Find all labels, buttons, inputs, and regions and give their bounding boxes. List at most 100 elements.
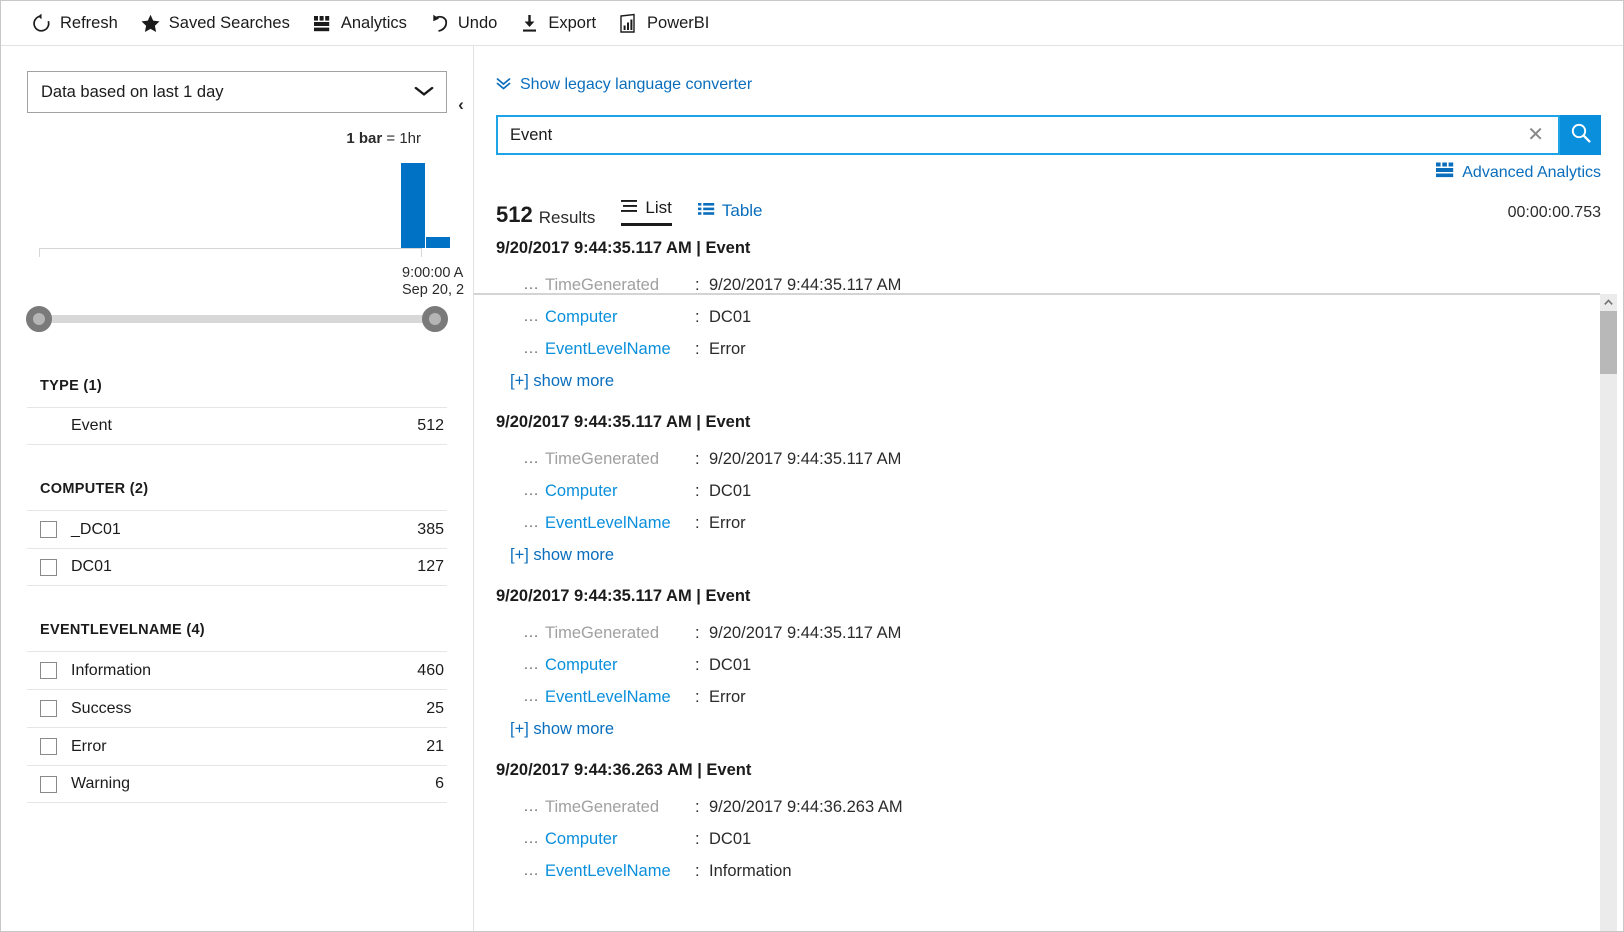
facet-checkbox[interactable] [40,558,57,576]
tab-table[interactable]: Table [697,202,763,226]
field-menu-icon[interactable]: … [523,482,545,500]
field-key[interactable]: EventLevelName [545,340,695,359]
histogram-x-axis-label: 9:00:00 A Sep 20, 2 [402,265,474,299]
result-field-row: … Computer: DC01 [496,649,1623,681]
collapse-sidebar-icon[interactable]: ‹ [452,94,470,116]
slider-handle-end[interactable] [422,306,448,332]
field-key[interactable]: Computer [545,656,695,675]
histogram-x-axis-date: Sep 20, 2 [402,282,465,298]
facet-row[interactable]: Success 25 [27,689,447,727]
table-icon [697,202,715,219]
advanced-analytics-icon [1436,162,1454,183]
slider-handle-start[interactable] [26,306,52,332]
field-menu-icon[interactable]: … [523,514,545,532]
field-value: 9/20/2017 9:44:36.263 AM [709,797,903,816]
histogram-plot[interactable] [39,163,450,257]
field-key[interactable]: Computer [545,482,695,501]
facet-title-count: (1) [83,378,103,394]
analytics-button[interactable]: Analytics [304,8,421,39]
list-icon [621,199,638,216]
histogram-x-axis-time: 9:00:00 A [402,265,464,281]
chevron-down-icon [414,85,434,100]
field-menu-icon[interactable]: … [523,862,545,876]
facet-title-count: (2) [129,481,149,497]
field-menu-icon[interactable]: … [523,656,545,674]
search-box[interactable]: ✕ [496,115,1560,155]
facet-row[interactable]: Information 460 [27,651,447,689]
time-range-slider[interactable] [26,306,448,332]
facet-row[interactable]: DC01 127 [27,548,447,586]
show-more-link[interactable]: [+] show more [510,546,614,565]
page-body: ‹ Data based on last 1 day 1 bar = 1hr 9… [1,46,1623,931]
facet-row[interactable]: Event 512 [27,407,447,445]
field-menu-icon[interactable]: … [523,798,545,816]
facet-row-label: Warning [71,775,130,792]
scrollbar-thumb[interactable] [1600,311,1617,374]
field-colon: : [695,687,700,706]
powerbi-icon [618,13,639,34]
result-header: 9/20/2017 9:44:36.263 AM | Event [496,761,752,779]
field-key[interactable]: EventLevelName [545,688,695,707]
field-menu-icon[interactable]: … [523,340,545,358]
facet-checkbox[interactable] [40,775,57,793]
facet-checkbox[interactable] [40,662,57,679]
advanced-analytics-row: Advanced Analytics [496,162,1601,183]
refresh-button[interactable]: Refresh [23,8,132,39]
show-more-link[interactable]: [+] show more [510,720,614,739]
facet-checkbox[interactable] [40,521,57,538]
advanced-analytics-link[interactable]: Advanced Analytics [1436,162,1601,183]
main-toolbar: Refresh Saved Searches Analytics Undo Ex… [1,1,1623,46]
tab-list[interactable]: List [621,199,672,226]
field-value: DC01 [709,829,752,848]
show-more-link[interactable]: [+] show more [510,372,614,391]
result-field-row: … TimeGenerated:9/20/2017 9:44:35.117 AM [496,617,1623,649]
search-button[interactable] [1560,115,1601,155]
filter-sidebar: ‹ Data based on last 1 day 1 bar = 1hr 9… [1,46,474,931]
analytics-icon [312,13,333,34]
facet-row[interactable]: _DC01 385 [27,510,447,548]
field-key[interactable]: EventLevelName [545,862,695,877]
field-colon: : [695,861,700,877]
facet-title-text: EVENTLEVELNAME [40,622,182,638]
undo-button[interactable]: Undo [421,8,511,39]
field-menu-icon[interactable]: … [523,276,545,294]
advanced-analytics-label: Advanced Analytics [1462,163,1601,181]
field-menu-icon[interactable]: … [523,830,545,848]
field-key[interactable]: Computer [545,308,695,327]
show-legacy-converter-link[interactable]: Show legacy language converter [496,76,752,94]
facet-checkbox[interactable] [40,700,57,717]
field-colon: : [695,513,700,532]
results-label: Results [538,208,596,227]
result-header: 9/20/2017 9:44:35.117 AM | Event [496,587,751,605]
search-input[interactable] [510,125,1524,145]
field-menu-icon[interactable]: … [523,450,545,468]
field-value: 9/20/2017 9:44:35.117 AM [709,449,902,468]
export-button[interactable]: Export [511,8,610,39]
scroll-up-icon[interactable] [1600,294,1617,311]
field-menu-icon[interactable]: … [523,688,545,706]
time-scope-dropdown[interactable]: Data based on last 1 day [27,71,447,113]
facet-row[interactable]: Error 21 [27,727,447,765]
field-key: TimeGenerated [545,623,660,642]
field-key[interactable]: EventLevelName [545,514,695,533]
field-menu-icon[interactable]: … [523,624,545,642]
powerbi-button[interactable]: PowerBI [610,8,723,39]
facet-row[interactable]: Warning 6 [27,765,447,803]
results-scrollbar[interactable] [1600,294,1617,931]
undo-icon [429,13,450,34]
facet-checkbox[interactable] [40,738,57,755]
facet-title: TYPE (1) [27,378,447,407]
show-legacy-converter-label: Show legacy language converter [520,76,753,93]
facet-gap [1,445,473,481]
clear-search-icon[interactable]: ✕ [1523,125,1548,145]
field-key: TimeGenerated [545,797,660,816]
histogram-bar[interactable] [426,237,450,248]
result-field-row: … TimeGenerated:9/20/2017 9:44:35.117 AM [496,269,1623,301]
field-key[interactable]: Computer [545,830,695,849]
field-menu-icon[interactable]: … [523,308,545,326]
histogram-bar[interactable] [401,163,425,248]
saved-searches-button[interactable]: Saved Searches [132,8,304,39]
result-field-row: … Computer: DC01 [496,301,1623,333]
facet-title: COMPUTER (2) [27,481,447,510]
field-value: Error [709,513,746,532]
